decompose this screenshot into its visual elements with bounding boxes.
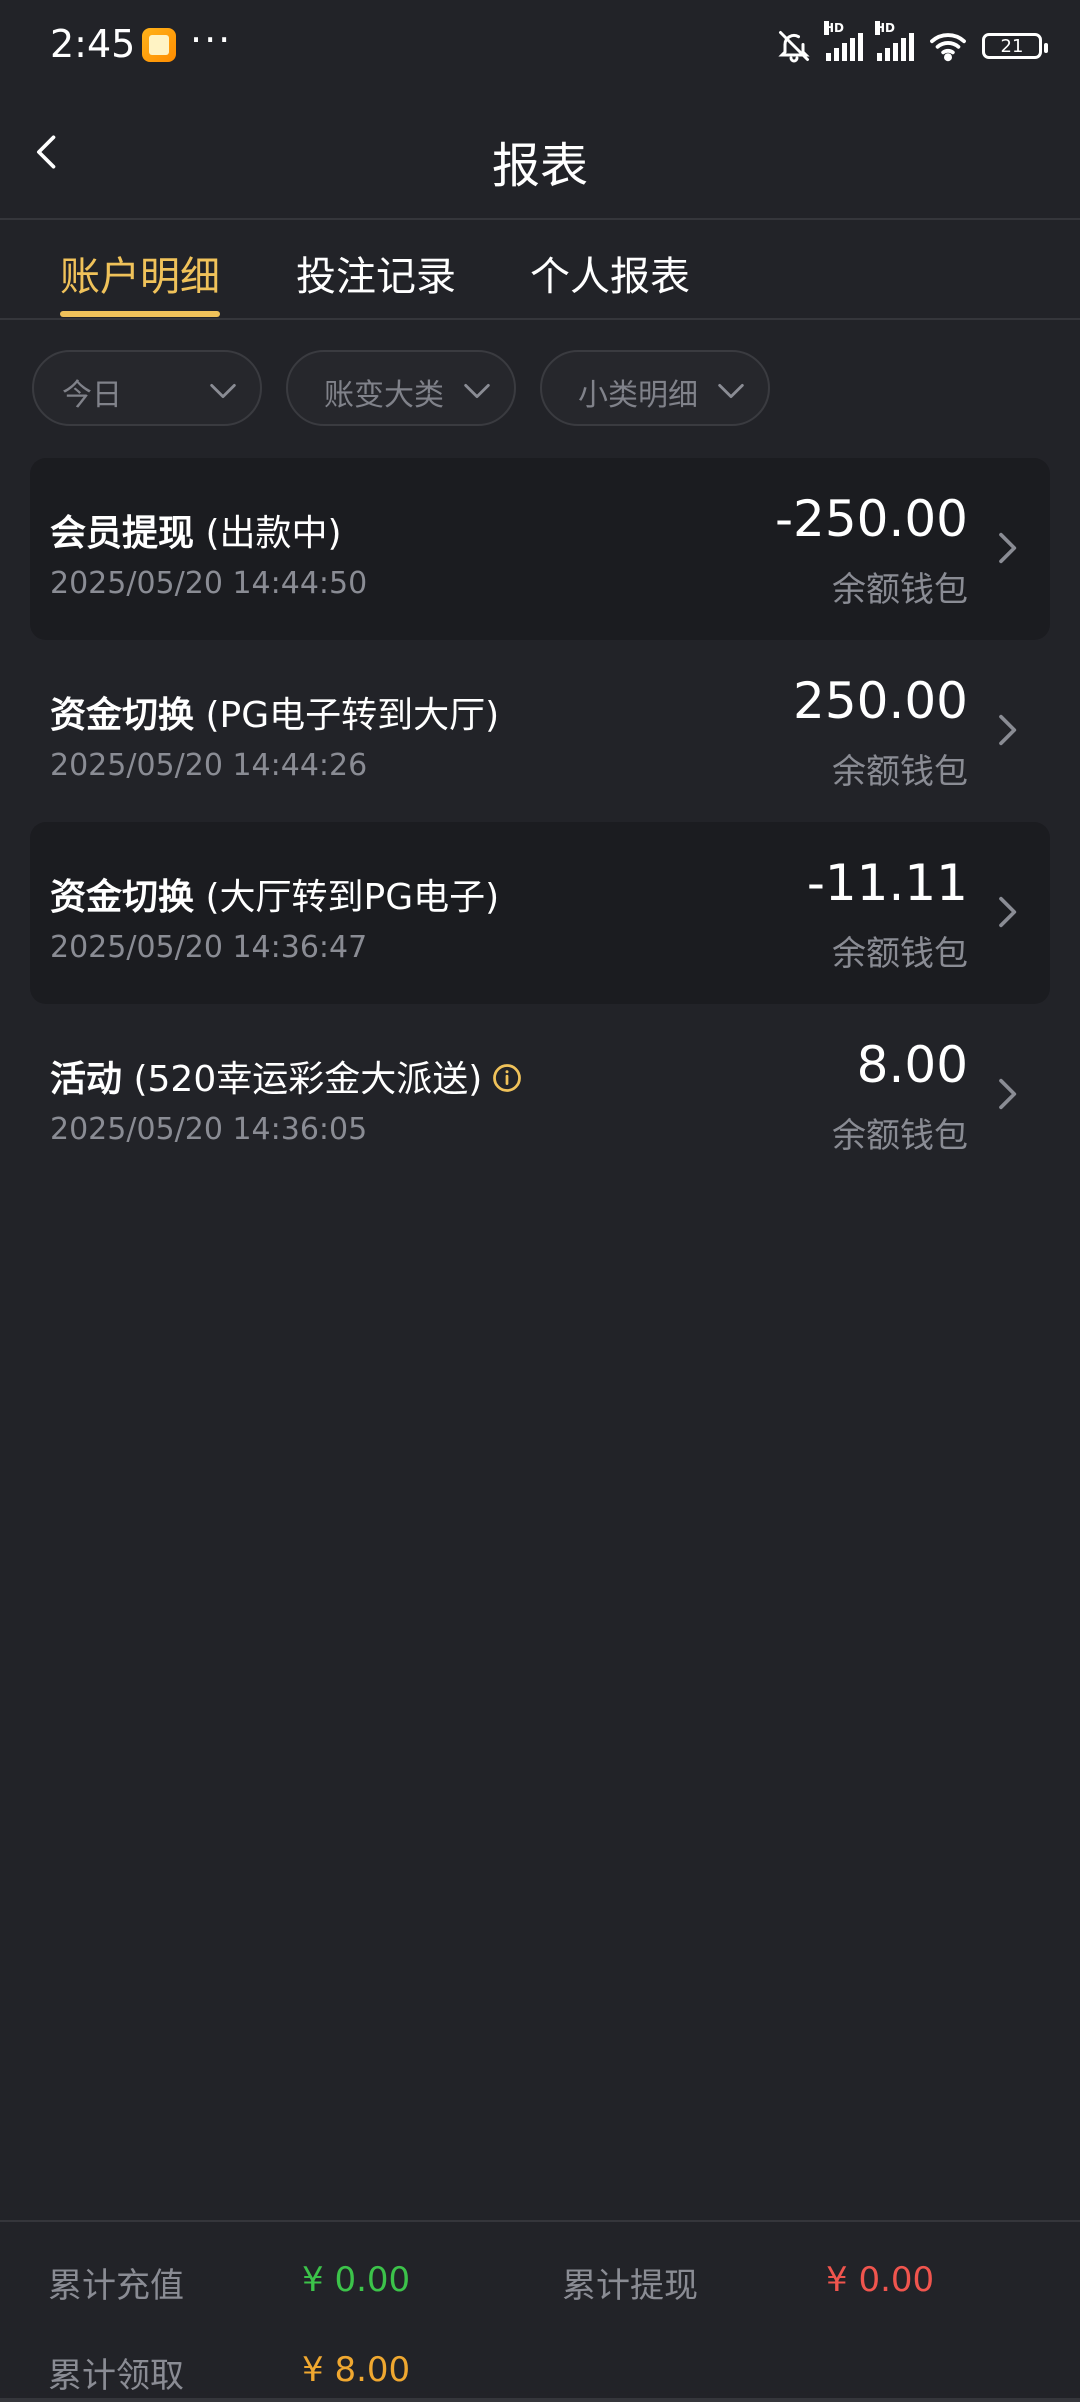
record-amount: -11.11 xyxy=(806,854,968,912)
app-header: 报表 xyxy=(0,90,1080,220)
notification-app-icon xyxy=(142,28,176,62)
transaction-list: 会员提现 (出款中) 2025/05/20 14:44:50 -250.00 余… xyxy=(30,458,1050,1186)
status-bar: 2:45 ··· HD HD 21 xyxy=(0,0,1080,90)
wifi-icon xyxy=(930,33,966,62)
battery-icon: 21 xyxy=(982,33,1048,59)
record-wallet: 余额钱包 xyxy=(832,1116,968,1156)
total-withdraw-value: ¥ 0.00 xyxy=(826,2260,935,2300)
list-item[interactable]: 资金切换 (PG电子转到大厅) 2025/05/20 14:44:26 250.… xyxy=(30,640,1050,822)
record-detail: (出款中) xyxy=(205,513,342,554)
record-title: 会员提现 (出款中) xyxy=(50,504,342,556)
record-title: 活动 (520幸运彩金大派送) xyxy=(50,1050,522,1102)
info-icon[interactable] xyxy=(492,1063,522,1093)
record-wallet: 余额钱包 xyxy=(832,570,968,610)
signal-2-icon: HD xyxy=(875,21,914,61)
record-type: 资金切换 xyxy=(50,695,195,736)
record-title: 资金切换 (PG电子转到大厅) xyxy=(50,686,499,738)
record-wallet: 余额钱包 xyxy=(832,752,968,792)
record-detail: (520幸运彩金大派送) xyxy=(133,1059,483,1100)
record-detail: (大厅转到PG电子) xyxy=(205,877,500,918)
record-type: 会员提现 xyxy=(50,513,195,554)
page-title: 报表 xyxy=(491,138,588,194)
filter-bar: 今日 账变大类 小类明细 xyxy=(0,350,1080,430)
list-item[interactable]: 活动 (520幸运彩金大派送) 2025/05/20 14:36:05 8.00… xyxy=(30,1004,1050,1186)
summary-footer: 累计充值 ¥ 0.00 累计提现 ¥ 0.00 累计领取 ¥ 8.00 xyxy=(0,2220,1080,2402)
chevron-right-icon xyxy=(999,1078,1017,1110)
record-time: 2025/05/20 14:44:26 xyxy=(50,748,368,783)
filter-category-dropdown[interactable]: 账变大类 xyxy=(286,350,516,426)
tab-bar: 账户明细 投注记录 个人报表 xyxy=(0,220,1080,320)
filter-subcategory-label: 小类明细 xyxy=(578,378,698,413)
filter-category-label: 账变大类 xyxy=(324,378,444,413)
record-detail: (PG电子转到大厅) xyxy=(205,695,500,736)
record-time: 2025/05/20 14:36:47 xyxy=(50,930,368,965)
mute-bell-icon xyxy=(778,31,810,63)
record-amount: 8.00 xyxy=(856,1036,968,1094)
total-withdraw-label: 累计提现 xyxy=(562,2266,698,2306)
filter-date-label: 今日 xyxy=(62,378,122,413)
more-notifications-icon: ··· xyxy=(190,18,233,62)
record-wallet: 余额钱包 xyxy=(832,934,968,974)
total-claim-label: 累计领取 xyxy=(48,2356,184,2396)
record-type: 活动 xyxy=(50,1059,123,1100)
chevron-right-icon xyxy=(999,896,1017,928)
total-recharge-label: 累计充值 xyxy=(48,2266,184,2306)
tab-bet-records[interactable]: 投注记录 xyxy=(296,244,456,302)
tab-account-details[interactable]: 账户明细 xyxy=(60,244,220,302)
chevron-down-icon xyxy=(210,383,236,399)
total-claim-value: ¥ 8.00 xyxy=(302,2350,411,2390)
filter-date-dropdown[interactable]: 今日 xyxy=(32,350,262,426)
record-amount: 250.00 xyxy=(793,672,968,730)
chevron-right-icon xyxy=(999,714,1017,746)
bottom-divider xyxy=(0,2398,1080,2402)
filter-subcategory-dropdown[interactable]: 小类明细 xyxy=(540,350,770,426)
list-item[interactable]: 会员提现 (出款中) 2025/05/20 14:44:50 -250.00 余… xyxy=(30,458,1050,640)
battery-level: 21 xyxy=(1000,35,1024,57)
signal-1-icon: HD xyxy=(824,21,863,61)
active-tab-indicator xyxy=(60,311,220,317)
chevron-down-icon xyxy=(464,383,490,399)
tab-personal-report[interactable]: 个人报表 xyxy=(530,244,690,302)
record-time: 2025/05/20 14:44:50 xyxy=(50,566,368,601)
status-time: 2:45 xyxy=(50,22,136,66)
record-title: 资金切换 (大厅转到PG电子) xyxy=(50,868,499,920)
record-type: 资金切换 xyxy=(50,877,195,918)
status-icons: HD HD 21 xyxy=(776,21,1048,68)
record-amount: -250.00 xyxy=(775,490,968,548)
record-time: 2025/05/20 14:36:05 xyxy=(50,1112,368,1147)
total-recharge-value: ¥ 0.00 xyxy=(302,2260,411,2300)
chevron-down-icon xyxy=(718,383,744,399)
chevron-right-icon xyxy=(999,532,1017,564)
list-item[interactable]: 资金切换 (大厅转到PG电子) 2025/05/20 14:36:47 -11.… xyxy=(30,822,1050,1004)
